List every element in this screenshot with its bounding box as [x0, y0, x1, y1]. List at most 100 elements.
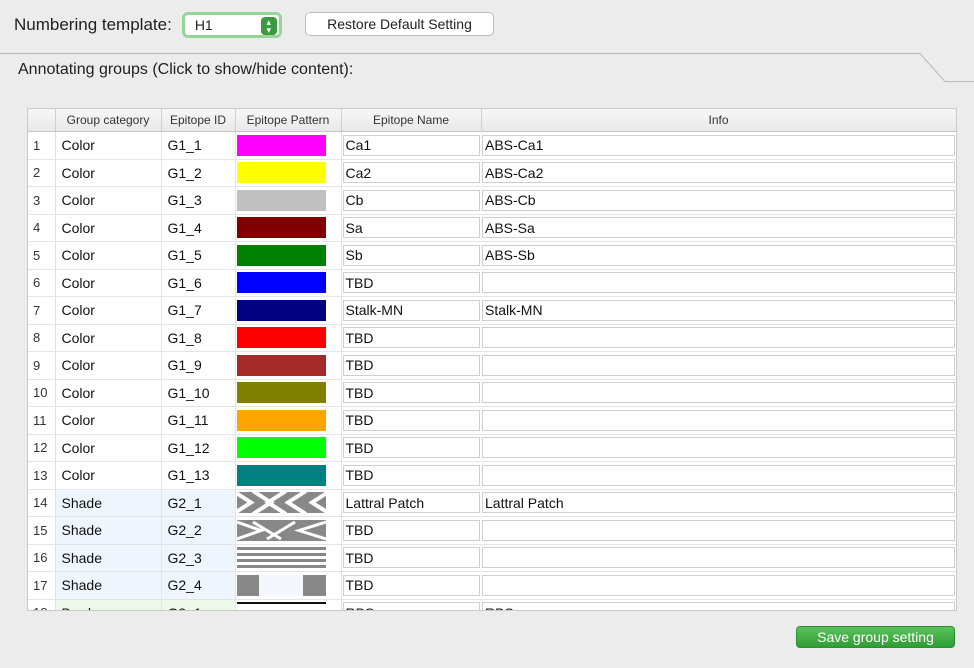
epitope-id-cell[interactable]: G1_10 — [161, 379, 236, 407]
epitope-id-cell[interactable]: G1_13 — [161, 461, 236, 490]
epitope-pattern-swatch[interactable] — [236, 547, 326, 569]
epitope-name-cell[interactable]: TBD — [341, 544, 481, 572]
epitope-pattern-swatch[interactable] — [236, 162, 326, 184]
epitope-name-field[interactable]: TBD — [342, 464, 480, 486]
info-field[interactable]: ABS-Sb — [482, 244, 955, 266]
epitope-pattern-swatch[interactable] — [231, 489, 331, 516]
epitope-pattern-cell[interactable] — [235, 461, 342, 490]
epitope-pattern-swatch[interactable] — [236, 602, 326, 610]
epitope-name-cell[interactable]: Sa — [341, 214, 481, 242]
info-cell[interactable]: ABS-Sa — [481, 214, 956, 242]
epitope-pattern-cell[interactable] — [235, 131, 342, 160]
group-category-cell[interactable]: Color — [55, 461, 162, 490]
epitope-pattern-swatch[interactable] — [236, 189, 326, 211]
epitope-id-cell[interactable]: G1_12 — [161, 434, 236, 462]
info-field[interactable]: ABS-Cb — [482, 189, 955, 211]
info-cell[interactable] — [481, 544, 956, 572]
epitope-pattern-cell[interactable] — [235, 379, 342, 407]
info-field[interactable] — [482, 382, 955, 404]
table-row[interactable]: 14 Shade G2_1 Lattral Patch Lattral Patch — [28, 489, 956, 517]
info-field[interactable]: ABS-Sa — [482, 217, 955, 239]
epitope-id-cell[interactable]: G2_3 — [161, 544, 236, 572]
epitope-pattern-swatch[interactable] — [236, 354, 326, 376]
group-category-cell[interactable]: Color — [55, 241, 162, 270]
epitope-name-field[interactable]: Ca2 — [342, 162, 480, 184]
table-row[interactable]: 4 Color G1_4 Sa ABS-Sa — [28, 214, 956, 242]
info-cell[interactable] — [481, 461, 956, 490]
epitope-id-cell[interactable]: G1_6 — [161, 269, 236, 297]
epitope-name-field[interactable]: TBD — [342, 409, 480, 431]
epitope-id-cell[interactable]: G2_1 — [161, 489, 236, 517]
group-category-cell[interactable]: Color — [55, 406, 162, 435]
group-category-cell[interactable]: Border — [55, 599, 162, 610]
table-row[interactable]: 13 Color G1_13 TBD — [28, 461, 956, 490]
table-row[interactable]: 16 Shade G2_3 TBD — [28, 544, 956, 572]
epitope-id-cell[interactable]: G1_4 — [161, 214, 236, 242]
epitope-id-cell[interactable]: G1_2 — [161, 159, 236, 187]
table-row[interactable]: 11 Color G1_11 TBD — [28, 406, 956, 435]
table-row[interactable]: 12 Color G1_12 TBD — [28, 434, 956, 462]
info-cell[interactable] — [481, 516, 956, 545]
epitope-pattern-cell[interactable] — [235, 186, 342, 215]
group-category-cell[interactable]: Color — [55, 351, 162, 380]
epitope-name-cell[interactable]: TBD — [341, 516, 481, 545]
epitope-name-field[interactable]: Sa — [342, 217, 480, 239]
epitope-pattern-swatch[interactable] — [236, 217, 326, 239]
epitope-pattern-cell[interactable] — [235, 269, 342, 297]
epitope-name-field[interactable]: Sb — [342, 244, 480, 266]
table-row[interactable]: 6 Color G1_6 TBD — [28, 269, 956, 297]
info-cell[interactable] — [481, 379, 956, 407]
epitope-id-cell[interactable]: G1_1 — [161, 131, 236, 160]
info-field[interactable]: ABS-Ca2 — [482, 162, 955, 184]
column-header-group-category[interactable]: Group category — [55, 109, 162, 132]
epitope-name-field[interactable]: TBD — [342, 382, 480, 404]
group-category-cell[interactable]: Color — [55, 186, 162, 215]
epitope-name-cell[interactable]: Stalk-MN — [341, 296, 481, 325]
info-field[interactable] — [482, 354, 955, 376]
epitope-name-cell[interactable]: TBD — [341, 379, 481, 407]
info-cell[interactable]: Stalk-MN — [481, 296, 956, 325]
table-row[interactable]: 10 Color G1_10 TBD — [28, 379, 956, 407]
epitope-name-cell[interactable]: TBD — [341, 324, 481, 352]
epitope-id-cell[interactable]: G2_4 — [161, 571, 236, 600]
table-row[interactable]: 3 Color G1_3 Cb ABS-Cb — [28, 186, 956, 215]
info-cell[interactable] — [481, 351, 956, 380]
epitope-pattern-swatch[interactable] — [236, 299, 326, 321]
epitope-pattern-cell[interactable] — [235, 544, 342, 572]
epitope-pattern-cell[interactable] — [235, 296, 342, 325]
save-group-setting-button[interactable]: Save group setting — [796, 626, 955, 648]
epitope-pattern-cell[interactable] — [235, 599, 342, 610]
epitope-name-field[interactable]: Lattral Patch — [342, 492, 480, 514]
column-header-epitope-id[interactable]: Epitope ID — [161, 109, 236, 132]
restore-default-button[interactable]: Restore Default Setting — [305, 12, 494, 36]
info-cell[interactable] — [481, 571, 956, 600]
info-cell[interactable] — [481, 269, 956, 297]
epitope-name-field[interactable]: Ca1 — [342, 134, 480, 156]
epitope-name-cell[interactable]: TBD — [341, 406, 481, 435]
epitope-name-cell[interactable]: TBD — [341, 351, 481, 380]
table-row[interactable]: 7 Color G1_7 Stalk-MN Stalk-MN — [28, 296, 956, 325]
epitope-name-cell[interactable]: TBD — [341, 434, 481, 462]
group-category-cell[interactable]: Shade — [55, 489, 162, 517]
epitope-pattern-swatch[interactable] — [236, 437, 326, 459]
annotating-groups-toggle[interactable]: Annotating groups (Click to show/hide co… — [18, 61, 353, 79]
epitope-pattern-swatch[interactable] — [236, 272, 326, 294]
epitope-pattern-swatch[interactable] — [236, 134, 326, 156]
info-cell[interactable]: Lattral Patch — [481, 489, 956, 517]
info-field[interactable] — [482, 327, 955, 349]
epitope-id-cell[interactable]: G1_5 — [161, 241, 236, 270]
info-field[interactable] — [482, 519, 955, 541]
epitope-pattern-cell[interactable] — [235, 406, 342, 435]
info-field[interactable]: Stalk-MN — [482, 299, 955, 321]
group-category-cell[interactable]: Color — [55, 269, 162, 297]
column-header-epitope-pattern[interactable]: Epitope Pattern — [235, 109, 342, 132]
epitope-name-cell[interactable]: RBS — [341, 599, 481, 610]
epitope-id-cell[interactable]: G1_7 — [161, 296, 236, 325]
epitope-name-cell[interactable]: TBD — [341, 461, 481, 490]
epitope-pattern-cell[interactable] — [235, 571, 342, 600]
group-category-cell[interactable]: Color — [55, 324, 162, 352]
info-field[interactable] — [482, 574, 955, 596]
epitope-name-field[interactable]: TBD — [342, 272, 480, 294]
info-field[interactable] — [482, 437, 955, 459]
epitope-pattern-swatch[interactable] — [236, 327, 326, 349]
